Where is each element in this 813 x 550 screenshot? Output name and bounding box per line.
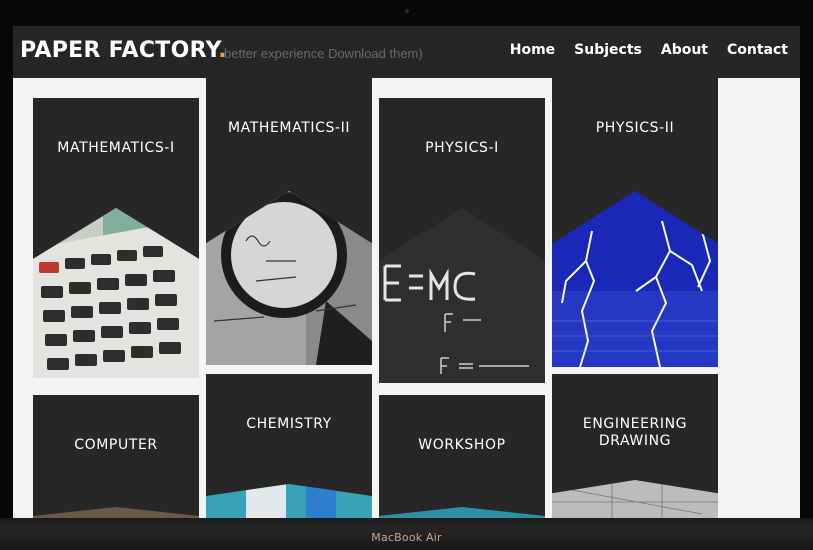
logo-dot: . [218,38,227,63]
site-header: better experience Download them) PAPER F… [13,26,800,78]
lightning-image [552,191,718,367]
laptop-bezel-left [0,26,13,518]
nav-contact[interactable]: Contact [727,42,788,58]
laptop-bezel-top [0,0,813,26]
subject-title: MATHEMATICS-I [57,140,175,156]
main-nav: Home Subjects About Contact [510,42,788,58]
subject-card-physics-2[interactable]: PHYSICS-II [552,78,718,367]
calculator-image [33,208,199,378]
logo-text: PAPER FACTORY [20,38,219,63]
download-notice: better experience Download them) [224,46,423,61]
subject-card-workshop[interactable]: WORKSHOP [379,395,545,518]
subject-card-mathematics-2[interactable]: MATHEMATICS-II [206,78,372,365]
chemistry-image [206,484,372,518]
nav-about[interactable]: About [661,42,708,58]
subject-card-computer[interactable]: COMPUTER [33,395,199,518]
subject-title: WORKSHOP [418,437,506,453]
subject-card-physics-1[interactable]: PHYSICS-I [379,98,545,383]
site-logo[interactable]: PAPER FACTORY. [20,38,227,63]
subject-title: CHEMISTRY [246,416,332,432]
laptop-bezel-right [800,26,813,518]
workshop-image [379,507,545,518]
nav-subjects[interactable]: Subjects [574,42,642,58]
camera-icon [405,9,409,13]
computer-image [33,507,199,518]
device-label: MacBook Air [371,531,442,544]
subject-title: PHYSICS-II [595,120,675,136]
subject-title: PHYSICS-I [425,140,499,156]
subject-card-mathematics-1[interactable]: MATHEMATICS-I [33,98,199,378]
subject-title: ENGINEERING DRAWING [582,416,688,449]
magnifier-equations-image [206,191,372,365]
chalkboard-emc2-image [379,208,545,383]
browser-screen: better experience Download them) PAPER F… [13,26,800,518]
subject-card-engineering-drawing[interactable]: ENGINEERING DRAWING [552,374,718,518]
nav-home[interactable]: Home [510,42,555,58]
subject-title: MATHEMATICS-II [227,120,351,136]
subject-title: COMPUTER [74,437,158,453]
subject-card-chemistry[interactable]: CHEMISTRY [206,374,372,518]
engineering-drawing-image [552,480,718,518]
